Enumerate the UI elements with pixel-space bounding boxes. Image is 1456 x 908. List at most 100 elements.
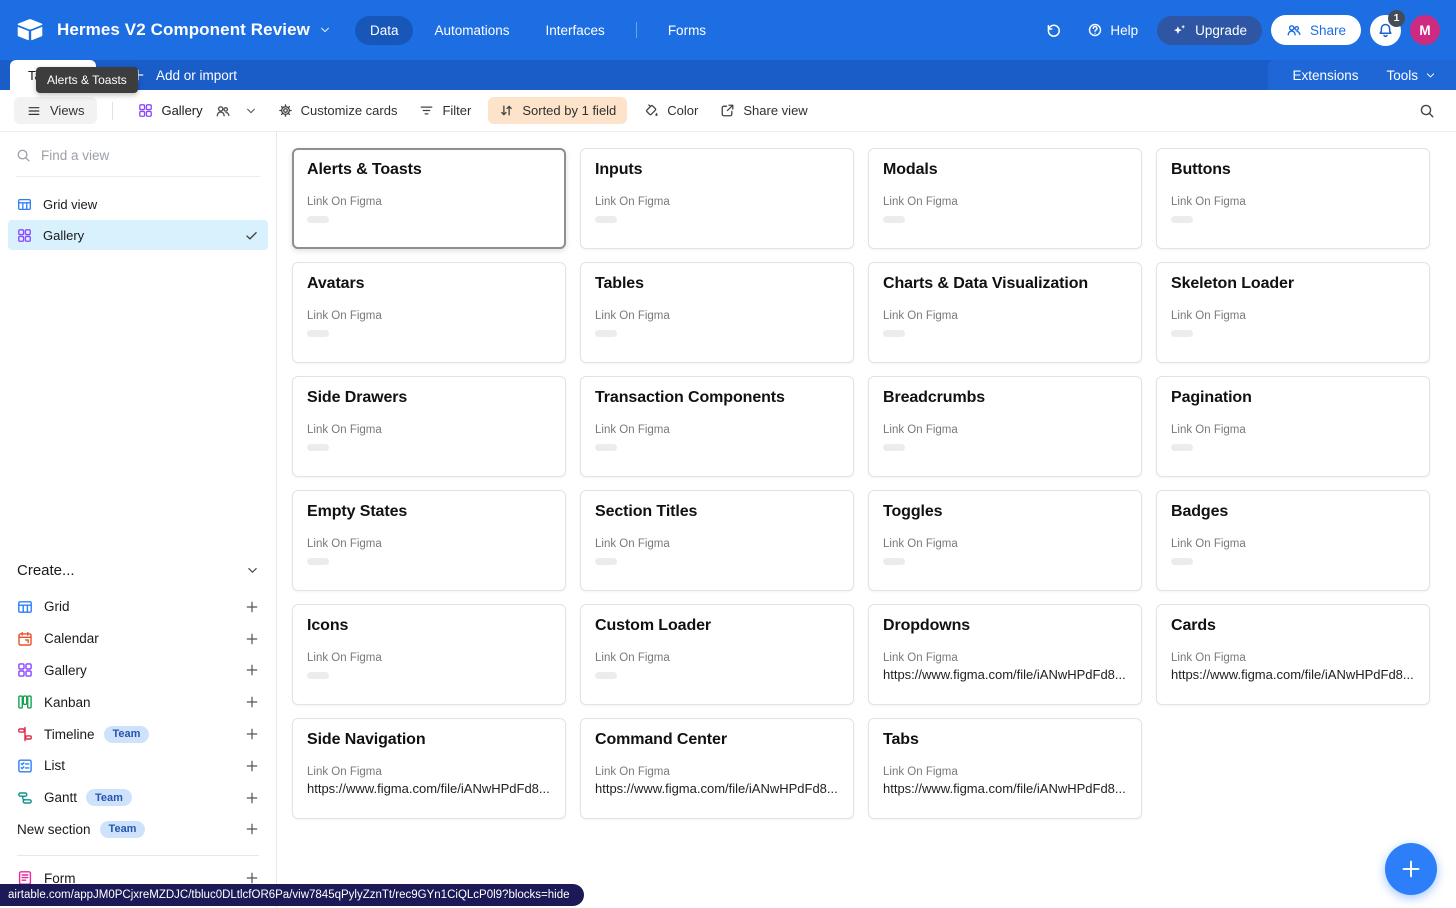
- add-record-fab[interactable]: [1385, 843, 1437, 895]
- gallery-card[interactable]: Side NavigationLink On Figmahttps://www.…: [292, 718, 566, 819]
- chevron-down-icon: [245, 105, 257, 117]
- gallery-card[interactable]: InputsLink On Figma: [580, 148, 854, 249]
- share-button[interactable]: Share: [1271, 15, 1361, 45]
- gallery-card[interactable]: Transaction ComponentsLink On Figma: [580, 376, 854, 477]
- gallery-card[interactable]: Alerts & ToastsLink On Figma: [292, 148, 566, 249]
- color-button[interactable]: Color: [633, 97, 709, 124]
- gallery-card[interactable]: BadgesLink On Figma: [1156, 490, 1430, 591]
- share-view-label: Share view: [743, 103, 807, 118]
- add-or-import-button[interactable]: Add or import: [131, 68, 237, 83]
- gallery-card[interactable]: Skeleton LoaderLink On Figma: [1156, 262, 1430, 363]
- plus-icon[interactable]: [245, 791, 259, 805]
- gallery-card[interactable]: IconsLink On Figma: [292, 604, 566, 705]
- views-button[interactable]: Views: [14, 97, 97, 124]
- card-figma-url[interactable]: https://www.figma.com/file/iANwHPdFd8...: [883, 667, 1127, 682]
- gallery-icon: [17, 662, 33, 678]
- calendar-icon: [17, 631, 33, 647]
- tab-data[interactable]: Data: [355, 16, 414, 45]
- filter-button[interactable]: Filter: [408, 97, 482, 124]
- notifications-button[interactable]: 1: [1370, 15, 1401, 46]
- plus-icon[interactable]: [245, 632, 259, 646]
- card-title: Tables: [595, 275, 839, 293]
- gallery-card[interactable]: ModalsLink On Figma: [868, 148, 1142, 249]
- create-item-new-section[interactable]: New sectionTeam: [0, 814, 276, 846]
- search-button[interactable]: [1412, 96, 1442, 126]
- create-item-timeline[interactable]: TimelineTeam: [0, 718, 276, 750]
- tab-interfaces[interactable]: Interfaces: [531, 16, 620, 45]
- gallery-card[interactable]: Command CenterLink On Figmahttps://www.f…: [580, 718, 854, 819]
- airtable-logo-icon: [16, 18, 44, 42]
- gallery-card[interactable]: Empty StatesLink On Figma: [292, 490, 566, 591]
- search-icon: [16, 148, 31, 163]
- plus-icon[interactable]: [245, 695, 259, 709]
- sidebar-view-grid-view[interactable]: Grid view: [8, 189, 268, 219]
- create-item-label: Gallery: [44, 663, 87, 678]
- create-item-list[interactable]: List: [0, 750, 276, 782]
- history-icon: [1045, 22, 1062, 39]
- card-figma-url[interactable]: https://www.figma.com/file/iANwHPdFd8...: [307, 781, 551, 796]
- card-figma-url[interactable]: https://www.figma.com/file/iANwHPdFd8...: [1171, 667, 1415, 682]
- gallery-card[interactable]: BreadcrumbsLink On Figma: [868, 376, 1142, 477]
- chevron-down-icon[interactable]: [319, 24, 331, 36]
- card-empty-pill: [307, 672, 329, 679]
- team-badge: Team: [100, 821, 146, 838]
- card-field-label: Link On Figma: [883, 766, 1127, 778]
- gallery-view-icon: [138, 103, 153, 118]
- share-view-button[interactable]: Share view: [709, 97, 818, 124]
- tab-automations[interactable]: Automations: [419, 16, 524, 45]
- card-empty-pill: [307, 216, 329, 223]
- gallery-card[interactable]: TablesLink On Figma: [580, 262, 854, 363]
- create-item-kanban[interactable]: Kanban: [0, 686, 276, 718]
- customize-cards-button[interactable]: Customize cards: [267, 97, 409, 124]
- upgrade-button[interactable]: Upgrade: [1157, 16, 1262, 45]
- card-field-label: Link On Figma: [307, 652, 551, 664]
- create-item-grid[interactable]: Grid: [0, 591, 276, 623]
- gallery-card[interactable]: PaginationLink On Figma: [1156, 376, 1430, 477]
- plus-icon[interactable]: [245, 600, 259, 614]
- sidebar-view-gallery[interactable]: Gallery: [8, 220, 268, 250]
- plus-icon[interactable]: [245, 727, 259, 741]
- create-item-gantt[interactable]: GanttTeam: [0, 782, 276, 814]
- gallery-card[interactable]: CardsLink On Figmahttps://www.figma.com/…: [1156, 604, 1430, 705]
- gallery-card[interactable]: Side Drawers Link On Figma: [292, 376, 566, 477]
- sort-button[interactable]: Sorted by 1 field: [488, 97, 627, 124]
- tools-button[interactable]: Tools: [1386, 68, 1436, 83]
- gallery-card[interactable]: Section TitlesLink On Figma: [580, 490, 854, 591]
- help-button[interactable]: Help: [1077, 16, 1148, 44]
- create-item-calendar[interactable]: Calendar: [0, 623, 276, 655]
- gallery-card[interactable]: DropdownsLink On Figmahttps://www.figma.…: [868, 604, 1142, 705]
- gallery-card[interactable]: ButtonsLink On Figma: [1156, 148, 1430, 249]
- gallery-card[interactable]: AvatarsLink On Figma: [292, 262, 566, 363]
- topbar-actions: Help Upgrade Share 1 M: [1038, 15, 1440, 46]
- card-empty-pill: [883, 330, 905, 337]
- base-title[interactable]: Hermes V2 Component Review: [57, 20, 310, 40]
- card-empty-pill: [595, 444, 617, 451]
- card-title: Side Drawers: [307, 389, 551, 407]
- card-field-label: Link On Figma: [1171, 424, 1415, 436]
- gallery-card[interactable]: Charts & Data VisualizationLink On Figma: [868, 262, 1142, 363]
- find-view-search[interactable]: [16, 148, 260, 177]
- card-figma-url[interactable]: https://www.figma.com/file/iANwHPdFd8...: [883, 781, 1127, 796]
- plus-icon[interactable]: [245, 663, 259, 677]
- view-list: Grid viewGallery: [0, 189, 276, 250]
- gallery-card[interactable]: TogglesLink On Figma: [868, 490, 1142, 591]
- create-item-label: Kanban: [44, 695, 91, 710]
- gallery-card[interactable]: TabsLink On Figmahttps://www.figma.com/f…: [868, 718, 1142, 819]
- view-switcher[interactable]: Gallery: [128, 97, 266, 125]
- plus-icon[interactable]: [245, 822, 259, 836]
- card-field-label: Link On Figma: [307, 424, 551, 436]
- create-item-gallery[interactable]: Gallery: [0, 655, 276, 687]
- tab-forms[interactable]: Forms: [653, 16, 721, 45]
- plus-icon[interactable]: [245, 759, 259, 773]
- create-section-header[interactable]: Create...: [17, 556, 259, 584]
- extensions-button[interactable]: Extensions: [1292, 68, 1358, 83]
- card-figma-url[interactable]: https://www.figma.com/file/iANwHPdFd8...: [595, 781, 839, 796]
- card-empty-pill: [595, 558, 617, 565]
- avatar[interactable]: M: [1410, 15, 1440, 45]
- card-field-label: Link On Figma: [307, 196, 551, 208]
- customize-cards-label: Customize cards: [301, 103, 398, 118]
- history-button[interactable]: [1038, 15, 1068, 45]
- find-view-input[interactable]: [41, 148, 260, 163]
- gantt-icon: [17, 790, 33, 806]
- gallery-card[interactable]: Custom LoaderLink On Figma: [580, 604, 854, 705]
